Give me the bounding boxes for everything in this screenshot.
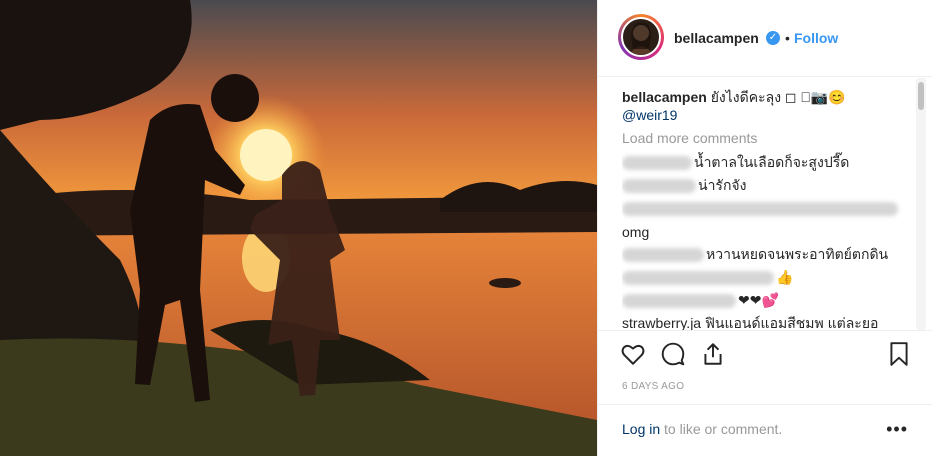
comment-row [622,197,912,220]
header-username[interactable]: bellacampen [674,30,759,46]
comment-row: หวานหยดจนพระอาทิตย์ตกดิน [622,243,912,266]
comment-text: ❤❤💕 [738,292,779,308]
login-link[interactable]: Log in [622,421,660,437]
caption-text: ยังไงดีคะลุง ◻ 🏻📷😊 [710,89,846,105]
comment-text: 👍 [776,269,794,285]
blurred-username[interactable] [622,155,692,170]
caption: bellacampen ยังไงดีคะลุง ◻ 🏻📷😊 @weir19 [622,88,912,124]
action-bar [598,330,932,381]
comment-text: หวานหยดจนพระอาทิตย์ตกดิน [706,245,889,262]
caption-username[interactable]: bellacampen [622,89,707,105]
login-prompt-text: to like or comment. [660,421,783,437]
comment-text: น่ารักจัง [698,176,747,193]
more-options-icon[interactable]: ••• [886,419,908,440]
post-photo[interactable] [0,0,597,456]
comment-row: น้ำตาลในเลือดก็จะสูงปรี๊ด [622,151,912,174]
comment-row: น่ารักจัง [622,174,912,197]
post-date[interactable]: 6 DAYS AGO [622,381,684,392]
post-header: bellacampen ✓ • Follow [598,0,932,77]
bookmark-icon[interactable] [886,341,912,367]
verified-badge-icon: ✓ [766,31,780,45]
separator-dot: • [785,30,790,46]
heart-icon[interactable] [620,341,646,367]
blurred-username[interactable] [622,293,736,308]
comment-row: strawberry.ja ฟินแอนด์แอมสีชมพ แต่ละยอ [622,312,912,331]
caption-mention[interactable]: @weir19 [622,107,677,123]
comment-text: น้ำตาลในเลือดก็จะสูงปรี๊ด [694,153,850,170]
login-prompt: Log in to like or comment. [622,421,782,437]
blurred-username[interactable] [622,178,696,193]
avatar[interactable] [621,17,661,57]
post-footer: Log in to like or comment. ••• [598,404,932,457]
share-icon[interactable] [700,341,726,367]
comment-row: ❤❤💕 [622,289,912,312]
comment-text: strawberry.ja ฟินแอนด์แอมสีชมพ แต่ละยอ [622,314,879,331]
comments-scrollbar[interactable] [916,78,926,330]
comment-icon[interactable] [660,341,686,367]
blurred-comment [622,201,898,216]
avatar-ring[interactable] [618,14,664,60]
blurred-username[interactable] [622,247,704,262]
blurred-username[interactable] [622,270,774,285]
scrollbar-thumb[interactable] [918,82,924,110]
comment-text: omg [622,223,650,240]
comment-row: 👍 [622,266,912,289]
post-sidebar: bellacampen ✓ • Follow bellacampen ยังไง… [597,0,932,456]
comments-list: bellacampen ยังไงดีคะลุง ◻ 🏻📷😊 @weir19 L… [622,88,912,330]
follow-button[interactable]: Follow [794,30,838,46]
load-more-comments-button[interactable]: Load more comments [622,130,912,146]
comment-row: omg [622,220,912,243]
